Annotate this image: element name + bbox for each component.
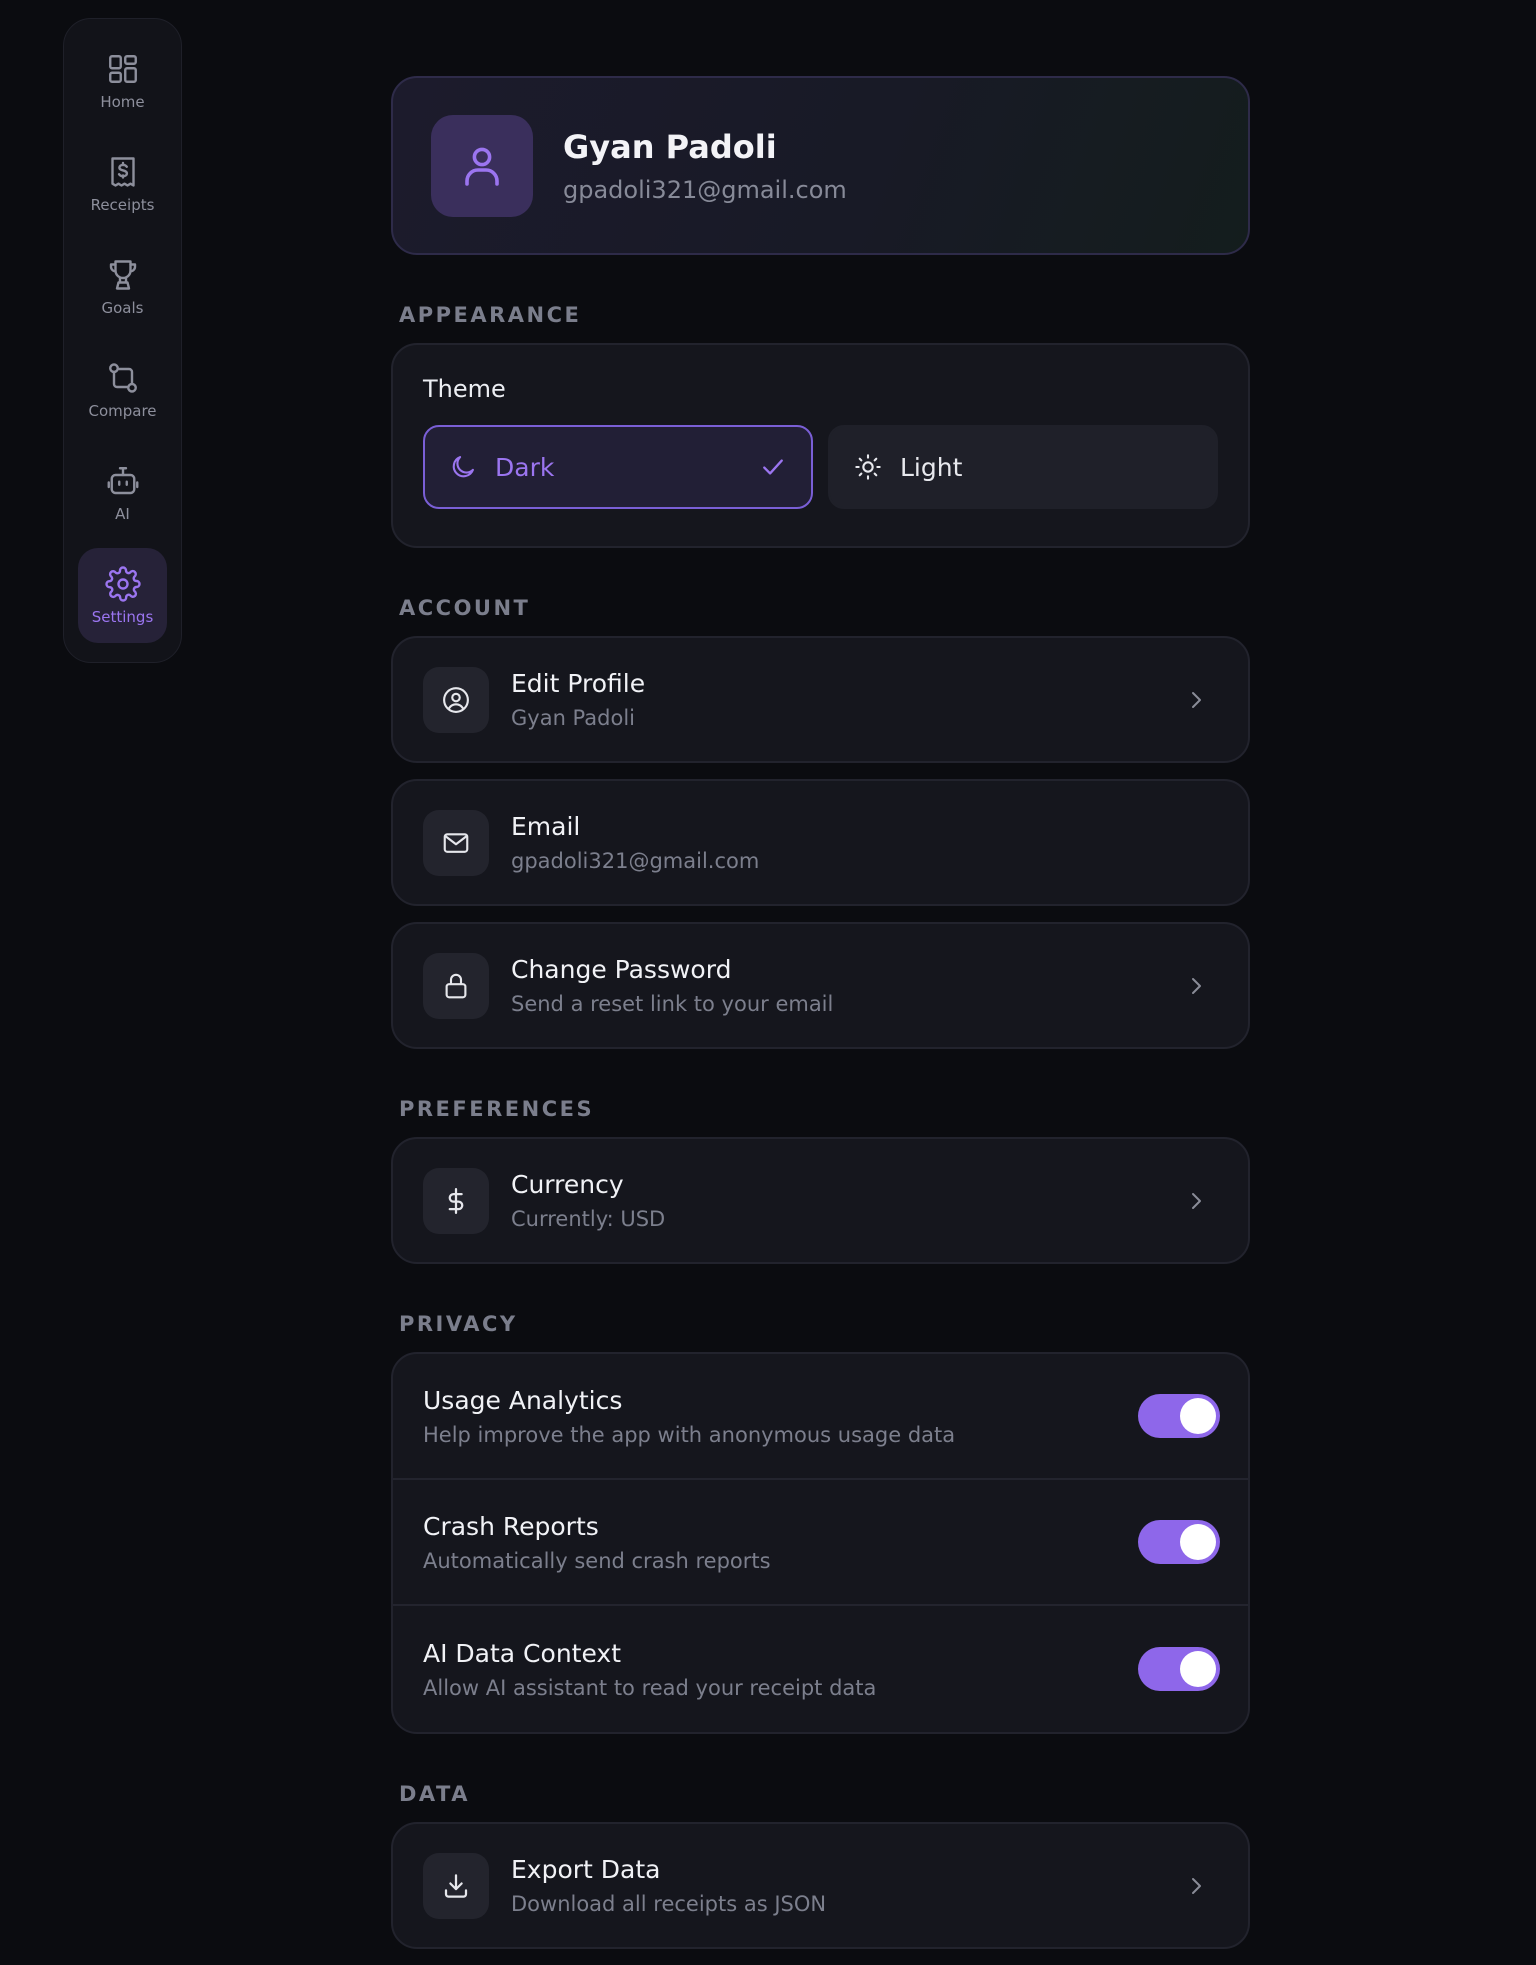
profile-email: gpadoli321@gmail.com [563,175,847,204]
chevron-right-icon [1192,691,1201,708]
sidebar-item-goals[interactable]: Goals [78,239,167,334]
usage-analytics-row: Usage Analytics Help improve the app wit… [393,1354,1248,1480]
user-circle-icon [443,686,469,713]
usage-analytics-toggle[interactable] [1138,1394,1220,1438]
moon-icon [452,456,474,478]
profile-info: Gyan Padoli gpadoli321@gmail.com [563,128,847,204]
row-text: Currency Currently: USD [511,1170,1162,1231]
download-icon [444,1873,468,1898]
robot-icon [107,466,138,494]
gear-icon [104,565,141,602]
row-subtitle: gpadoli321@gmail.com [511,849,760,873]
settings-main: Gyan Padoli gpadoli321@gmail.com APPEARA… [391,76,1250,1965]
user-icon [465,147,499,186]
sidebar-item-label: Compare [88,401,157,420]
email-row: Email gpadoli321@gmail.com [391,779,1250,906]
sidebar-item-compare[interactable]: Compare [78,342,167,437]
section-title-data: DATA [399,1782,471,1806]
icon-box [423,809,489,876]
theme-options: Dark Light [423,425,1218,509]
icon-box [423,1167,489,1234]
export-data-row[interactable]: Export Data Download all receipts as JSO… [391,1822,1250,1949]
profile-name: Gyan Padoli [563,127,777,166]
lock-icon [445,973,467,998]
theme-option-dark[interactable]: Dark [423,425,813,509]
sidebar-item-label: Goals [101,298,144,317]
row-title: Currency [511,1170,624,1199]
sidebar: Home Receipts Goals Compare AI Settings [63,18,182,663]
row-subtitle: Automatically send crash reports [423,1548,771,1573]
theme-option-label: Light [900,452,963,482]
row-text: Email gpadoli321@gmail.com [511,812,1218,873]
row-title: Crash Reports [423,1511,599,1541]
compare-icon [108,362,137,393]
sidebar-item-label: Receipts [90,195,155,214]
row-text: Usage Analytics Help improve the app wit… [423,1386,1138,1447]
sidebar-item-ai[interactable]: AI [78,445,167,540]
theme-card: Theme Dark Light [391,343,1250,548]
home-grid-icon [108,54,137,83]
row-title: Email [511,812,581,841]
trophy-icon [109,259,136,290]
theme-option-light[interactable]: Light [828,425,1218,509]
icon-box [423,1852,489,1919]
row-subtitle: Gyan Padoli [511,706,635,730]
row-subtitle: Allow AI assistant to read your receipt … [423,1675,877,1700]
crash-reports-row: Crash Reports Automatically send crash r… [393,1480,1248,1606]
theme-option-label: Dark [495,452,555,482]
chevron-right-icon [1192,977,1201,994]
toggle-knob [1180,1398,1216,1434]
row-title: Change Password [511,955,732,984]
row-title: Edit Profile [511,669,646,698]
sidebar-item-label: Settings [91,607,154,626]
theme-title: Theme [423,375,506,403]
crash-reports-toggle[interactable] [1138,1520,1220,1564]
chevron-right-icon [1192,1877,1201,1894]
chevron-right-icon [1192,1192,1201,1209]
row-text: AI Data Context Allow AI assistant to re… [423,1639,1138,1700]
dollar-icon [448,1187,464,1214]
privacy-card: Usage Analytics Help improve the app wit… [391,1352,1250,1734]
row-text: Change Password Send a reset link to you… [511,955,1162,1016]
section-title-privacy: PRIVACY [399,1312,518,1336]
row-text: Edit Profile Gyan Padoli [511,669,1162,730]
receipt-icon [110,156,135,187]
icon-box [423,666,489,733]
section-title-appearance: APPEARANCE [399,303,582,327]
ai-data-context-row: AI Data Context Allow AI assistant to re… [393,1606,1248,1732]
row-subtitle: Download all receipts as JSON [511,1892,827,1916]
avatar [431,114,533,217]
ai-data-context-toggle[interactable] [1138,1647,1220,1691]
sidebar-item-settings[interactable]: Settings [78,548,167,643]
currency-row[interactable]: Currency Currently: USD [391,1137,1250,1264]
check-icon [763,459,783,475]
toggle-knob [1180,1651,1216,1687]
row-title: Usage Analytics [423,1385,623,1415]
change-password-row[interactable]: Change Password Send a reset link to you… [391,922,1250,1049]
sidebar-item-receipts[interactable]: Receipts [78,136,167,231]
row-text: Crash Reports Automatically send crash r… [423,1512,1138,1573]
sidebar-item-label: Home [100,92,145,111]
row-text: Export Data Download all receipts as JSO… [511,1855,1162,1916]
profile-card: Gyan Padoli gpadoli321@gmail.com [391,76,1250,255]
mail-icon [443,832,469,853]
icon-box [423,952,489,1019]
section-title-account: ACCOUNT [399,596,531,620]
toggle-knob [1180,1524,1216,1560]
sun-icon [855,454,881,480]
row-title: Export Data [511,1855,661,1884]
row-subtitle: Send a reset link to your email [511,992,834,1016]
row-subtitle: Help improve the app with anonymous usag… [423,1422,956,1447]
row-title: AI Data Context [423,1638,621,1668]
edit-profile-row[interactable]: Edit Profile Gyan Padoli [391,636,1250,763]
row-subtitle: Currently: USD [511,1207,666,1231]
sidebar-item-home[interactable]: Home [78,33,167,128]
sidebar-item-label: AI [115,504,130,523]
section-title-preferences: PREFERENCES [399,1097,595,1121]
